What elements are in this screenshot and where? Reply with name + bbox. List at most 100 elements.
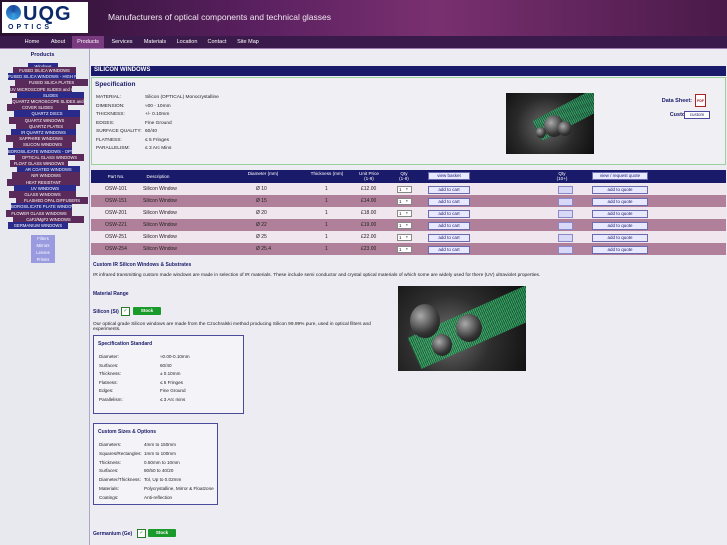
germanium-document-icon[interactable]: ✓ xyxy=(137,529,146,538)
cell-diameter: Ø 10 xyxy=(256,186,267,192)
table-row: OSW-201 Silicon Window Ø 20 1 £18.00 1 ▾ add to… xyxy=(91,207,726,219)
cell-thickness: 1 xyxy=(325,246,328,252)
box-value: 4mm to 150mm xyxy=(144,442,176,447)
add-to-quote-button[interactable]: add to quote xyxy=(592,234,648,242)
add-to-cart-button[interactable]: add to cart xyxy=(428,234,470,242)
col-price: Unit Price (1-9) xyxy=(359,171,379,181)
nav-sitemap[interactable]: Site Map xyxy=(234,36,262,48)
custom-intro: IR infrared transmitting custom made win… xyxy=(93,273,541,278)
page-title: SILICON WINDOWS xyxy=(94,67,151,73)
chevron-down-icon: ▾ xyxy=(406,223,408,227)
qty-value: 1 xyxy=(399,235,402,240)
box-label: Squares/Rectangles: xyxy=(99,450,142,456)
cell-thickness: 1 xyxy=(325,186,328,192)
add-to-quote-button[interactable]: add to quote xyxy=(592,186,648,194)
qty-select[interactable]: 1 ▾ xyxy=(397,234,412,241)
box-value: ± 0.10mm xyxy=(160,371,181,376)
add-to-cart-button[interactable]: add to cart xyxy=(428,186,470,194)
pdf-icon[interactable]: PDF xyxy=(695,94,706,107)
view-basket-button[interactable]: view basket xyxy=(428,172,470,180)
nav-about[interactable]: About xyxy=(46,36,70,48)
box-value: Fine Ground xyxy=(160,388,186,393)
nav-location[interactable]: Location xyxy=(174,36,200,48)
photo-disc-2 xyxy=(456,314,482,342)
qty-10-input[interactable] xyxy=(558,198,573,206)
cell-desc: Silicon Window xyxy=(143,234,177,240)
logo-ring-icon xyxy=(6,5,21,20)
spec-label: DIMENSION: xyxy=(96,103,125,109)
qty-10-input[interactable] xyxy=(558,246,573,254)
box-value: 0.50mm to 10mm xyxy=(144,459,180,465)
cell-price: £22.00 xyxy=(361,234,377,240)
cell-price: £18.00 xyxy=(361,210,377,216)
view-quote-button[interactable]: view / request quote xyxy=(592,172,648,180)
custom-button[interactable]: custom xyxy=(684,111,710,119)
sidebar-item[interactable]: Mirrors xyxy=(31,242,55,249)
cell-part: OSW-101 xyxy=(105,186,127,192)
nav-home[interactable]: Home xyxy=(20,36,44,48)
sidebar-item[interactable]: Lenses xyxy=(31,249,55,256)
spec-label: EDGES: xyxy=(96,120,115,126)
qty-10-input[interactable] xyxy=(558,186,573,194)
qty-select[interactable]: 1 ▾ xyxy=(397,210,412,217)
silicon-stock-button[interactable]: Stock xyxy=(133,307,161,315)
silicon-disc-2 xyxy=(558,121,572,136)
cell-diameter: Ø 22 xyxy=(256,222,267,228)
sidebar-item[interactable]: GERMANIUM WINDOWS xyxy=(8,222,68,229)
sidebar-item[interactable]: Prisms xyxy=(31,256,55,263)
cell-part: OSW-254 xyxy=(105,246,127,252)
box-label: Parallelism: xyxy=(99,396,123,402)
qty-select[interactable]: 1 ▾ xyxy=(397,222,412,229)
material-range-title: Material Range xyxy=(93,291,129,297)
qty-select[interactable]: 1 ▾ xyxy=(397,198,412,205)
qty-select[interactable]: 1 ▾ xyxy=(397,246,412,253)
sidebar-item[interactable]: Filters xyxy=(31,235,55,242)
spec-label: MATERIAL: xyxy=(96,95,121,100)
sidebar: Products WindowsFUSED SILICA WINDOWSFUSE… xyxy=(0,49,88,545)
add-to-quote-button[interactable]: add to quote xyxy=(592,210,648,218)
qty-10-input[interactable] xyxy=(558,222,573,230)
data-sheet-label: Data Sheet: xyxy=(661,98,692,104)
chevron-down-icon: ▾ xyxy=(406,199,408,203)
cell-thickness: 1 xyxy=(325,222,328,228)
silicon-windows-photo xyxy=(398,286,526,371)
add-to-cart-button[interactable]: add to cart xyxy=(428,222,470,230)
nav-products[interactable]: Products xyxy=(72,36,104,48)
qty-value: 1 xyxy=(399,199,402,204)
add-to-cart-button[interactable]: add to cart xyxy=(428,210,470,218)
cell-part: OSW-151 xyxy=(105,198,127,204)
silicon-label: Silicon (Si) xyxy=(93,309,119,315)
nav-materials[interactable]: Materials xyxy=(140,36,170,48)
col-qty10: Qty (10+) xyxy=(556,171,568,181)
main-nav: Home About Products Services Materials L… xyxy=(0,36,727,49)
add-to-quote-button[interactable]: add to quote xyxy=(592,222,648,230)
box-value: 60/40 xyxy=(160,362,172,368)
col-part: Part No. xyxy=(107,174,125,179)
add-to-cart-button[interactable]: add to cart xyxy=(428,198,470,206)
qty-10-input[interactable] xyxy=(558,210,573,218)
spec-standard-box: Specification Standard Diameter: ≈0.00-0.… xyxy=(93,335,244,414)
add-to-quote-button[interactable]: add to quote xyxy=(592,246,648,254)
add-to-quote-button[interactable]: add to quote xyxy=(592,198,648,206)
qty-select[interactable]: 1 ▾ xyxy=(397,186,412,193)
chevron-down-icon: ▾ xyxy=(406,235,408,239)
table-row: OSW-254 Silicon Window Ø 25.4 1 £23.00 1 ▾ add … xyxy=(91,243,726,255)
nav-contact[interactable]: Contact xyxy=(204,36,230,48)
add-to-cart-button[interactable]: add to cart xyxy=(428,246,470,254)
custom-options-title: Custom Sizes & Options xyxy=(98,429,157,435)
table-row: OSW-151 Silicon Window Ø 15 1 £14.00 1 ▾ add to… xyxy=(91,195,726,207)
spec-label: SURFACE QUALITY: xyxy=(96,129,142,134)
custom-options-box: Custom Sizes & Options Diameters: 4mm to … xyxy=(93,423,218,505)
box-value: Anti-reflection xyxy=(144,494,173,500)
nav-services[interactable]: Services xyxy=(108,36,136,48)
document-icon[interactable]: ✓ xyxy=(121,307,130,316)
spec-standard-title: Specification Standard xyxy=(98,341,153,347)
cell-part: OSW-221 xyxy=(105,222,127,228)
cell-desc: Silicon Window xyxy=(143,246,177,252)
qty-10-input[interactable] xyxy=(558,234,573,242)
col-qty: Qty (1-9) xyxy=(399,171,409,181)
box-value: Polycrystalline, Mirror & Floatzone xyxy=(144,486,214,491)
box-label: Diameter: xyxy=(99,354,119,359)
germanium-stock-button[interactable]: Stock xyxy=(148,529,176,537)
site-logo[interactable]: UQG OPTICS xyxy=(2,2,88,33)
